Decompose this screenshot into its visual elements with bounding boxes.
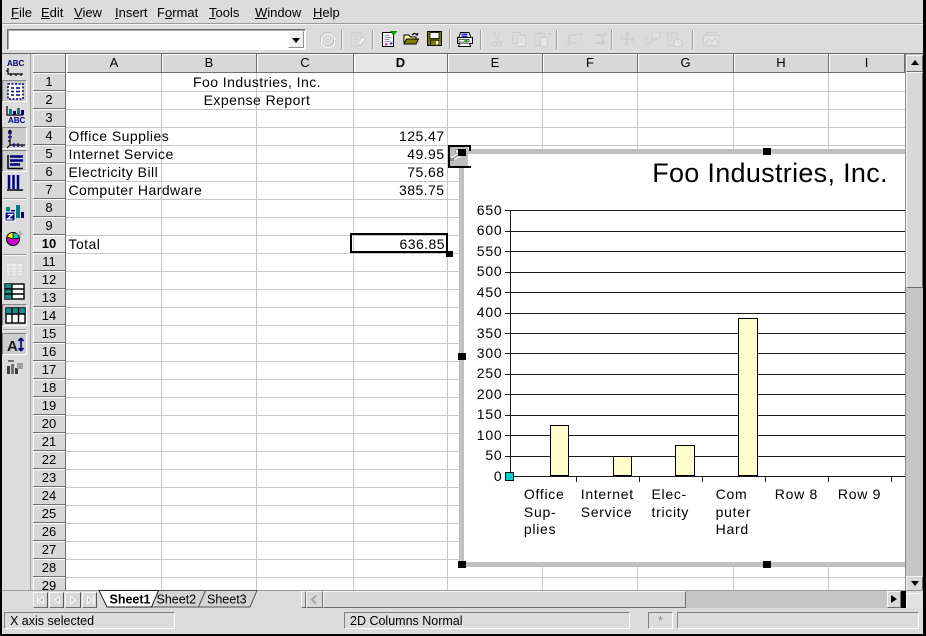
svg-text:Sheet3: Sheet3: [207, 593, 247, 607]
svg-text:A: A: [7, 338, 18, 355]
svg-text:ABC: ABC: [7, 59, 25, 68]
svg-text:Sheet2: Sheet2: [157, 593, 197, 607]
svg-text:Sheet1: Sheet1: [110, 593, 151, 607]
svg-text:ABC: ABC: [8, 116, 26, 124]
